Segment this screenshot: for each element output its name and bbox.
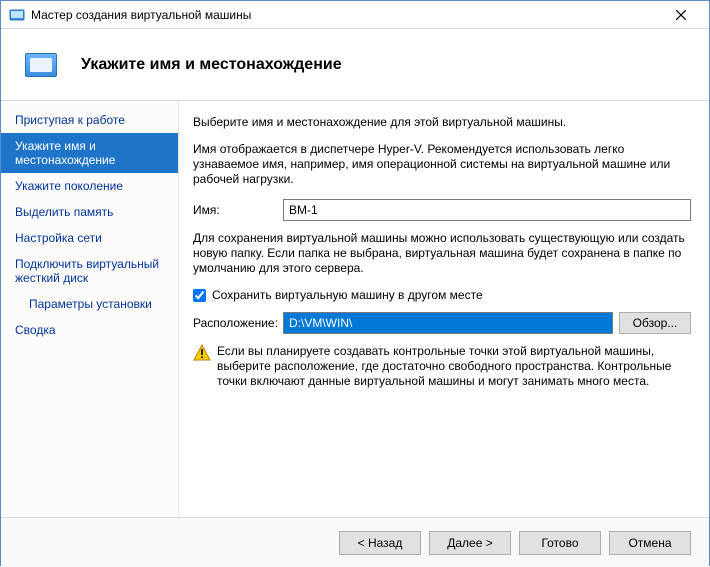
store-elsewhere-label: Сохранить виртуальную машину в другом ме…	[212, 288, 483, 302]
location-label: Расположение:	[193, 316, 283, 330]
close-icon	[676, 10, 686, 20]
page-title: Укажите имя и местонахождение	[81, 56, 342, 74]
sidebar-item-name-location[interactable]: Укажите имя и местонахождение	[1, 133, 178, 173]
window-title: Мастер создания виртуальной машины	[31, 8, 661, 22]
sidebar-item-vhd[interactable]: Подключить виртуальный жесткий диск	[1, 251, 178, 291]
store-elsewhere-checkbox[interactable]	[193, 289, 206, 302]
vm-name-input[interactable]	[283, 199, 691, 221]
sidebar-item-start[interactable]: Приступая к работе	[1, 107, 178, 133]
sidebar-item-summary[interactable]: Сводка	[1, 317, 178, 343]
page-header: Укажите имя и местонахождение	[1, 29, 709, 101]
sidebar-item-install-options[interactable]: Параметры установки	[1, 291, 178, 317]
warning-icon	[193, 344, 211, 362]
close-button[interactable]	[661, 1, 701, 29]
name-help-text: Имя отображается в диспетчере Hyper-V. Р…	[193, 142, 691, 187]
wizard-icon	[25, 53, 57, 77]
back-button[interactable]: < Назад	[339, 531, 421, 555]
wizard-footer: < Назад Далее > Готово Отмена	[1, 517, 709, 567]
wizard-content: Выберите имя и местонахождение для этой …	[179, 101, 709, 517]
next-button[interactable]: Далее >	[429, 531, 511, 555]
warning-text: Если вы планируете создавать контрольные…	[217, 344, 691, 389]
titlebar: Мастер создания виртуальной машины	[1, 1, 709, 29]
cancel-button[interactable]: Отмена	[609, 531, 691, 555]
intro-text: Выберите имя и местонахождение для этой …	[193, 115, 691, 130]
sidebar-item-memory[interactable]: Выделить память	[1, 199, 178, 225]
location-input[interactable]	[283, 312, 613, 334]
folder-help-text: Для сохранения виртуальной машины можно …	[193, 231, 691, 276]
sidebar-item-network[interactable]: Настройка сети	[1, 225, 178, 251]
browse-button[interactable]: Обзор...	[619, 312, 691, 334]
finish-button[interactable]: Готово	[519, 531, 601, 555]
wizard-steps-sidebar: Приступая к работе Укажите имя и местона…	[1, 101, 179, 517]
name-label: Имя:	[193, 203, 283, 217]
app-icon	[9, 7, 25, 23]
sidebar-item-generation[interactable]: Укажите поколение	[1, 173, 178, 199]
